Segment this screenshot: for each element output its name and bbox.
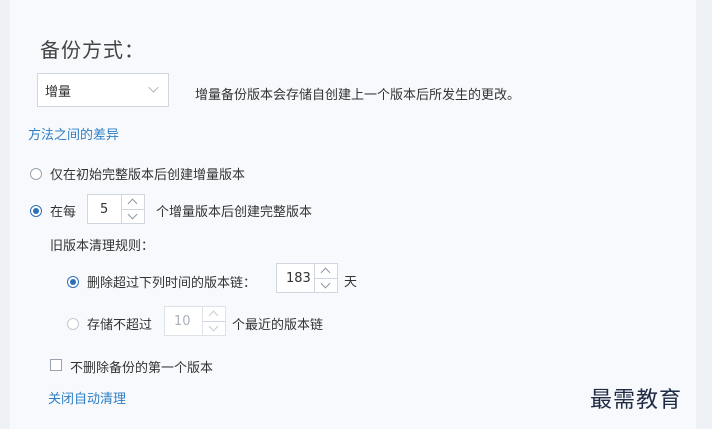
stepper-down-button[interactable] <box>122 208 144 224</box>
stepper-up-button[interactable] <box>203 307 225 321</box>
method-difference-link[interactable]: 方法之间的差异 <box>28 124 119 143</box>
radio-keep-recent-row[interactable]: 存储不超过 <box>67 314 152 333</box>
radio-keep-recent-suffix: 个最近的版本链 <box>232 318 324 333</box>
radio-delete-older[interactable] <box>67 275 79 288</box>
backup-settings-panel: 备份方式： 增量 增量备份版本会存储自创建上一个版本后所发生的更改。 方法之间的… <box>10 0 696 429</box>
stepper-down-button[interactable] <box>203 320 225 336</box>
backup-method-select[interactable]: 增量 <box>37 73 169 107</box>
radio-every-n-row[interactable]: 在每 <box>30 201 76 220</box>
backup-method-value: 增量 <box>45 84 72 100</box>
full-version-interval-stepper[interactable]: 5 <box>87 194 145 224</box>
radio-initial-only-row[interactable]: 仅在初始完整版本后创建增量版本 <box>30 164 245 183</box>
chevron-up-icon <box>320 267 331 278</box>
chevron-down-icon <box>320 278 331 288</box>
keep-recent-count-stepper[interactable]: 10 <box>164 306 226 336</box>
chevron-down-icon <box>148 82 159 93</box>
stepper-down-button[interactable] <box>315 277 337 293</box>
stepper-up-button[interactable] <box>315 264 337 278</box>
keep-first-version-checkbox[interactable] <box>50 359 62 371</box>
backup-method-title: 备份方式： <box>40 38 145 62</box>
cleanup-rules-title: 旧版本清理规则： <box>50 239 155 254</box>
radio-initial-only[interactable] <box>30 167 42 180</box>
radio-initial-only-label: 仅在初始完整版本后创建增量版本 <box>50 168 246 183</box>
radio-keep-recent-prefix: 存储不超过 <box>87 318 153 333</box>
radio-keep-recent[interactable] <box>67 317 79 330</box>
retention-days-stepper[interactable]: 183 <box>276 263 338 293</box>
chevron-down-icon <box>127 209 138 219</box>
radio-every-n[interactable] <box>30 204 42 217</box>
radio-delete-older-row[interactable]: 删除超过下列时间的版本链： <box>67 272 256 291</box>
keep-first-version-label: 不删除备份的第一个版本 <box>70 361 214 376</box>
retention-days-unit: 天 <box>344 275 358 290</box>
chevron-down-icon <box>208 321 219 331</box>
radio-every-n-suffix: 个增量版本后创建完整版本 <box>156 205 313 220</box>
watermark-text: 最需教育 <box>590 388 683 413</box>
radio-every-n-prefix: 在每 <box>50 205 77 220</box>
chevron-up-icon <box>127 198 138 209</box>
backup-method-description: 增量备份版本会存储自创建上一个版本后所发生的更改。 <box>195 88 521 103</box>
stepper-up-button[interactable] <box>122 195 144 209</box>
chevron-up-icon <box>208 310 219 321</box>
radio-delete-older-label: 删除超过下列时间的版本链： <box>87 276 257 291</box>
disable-auto-cleanup-link[interactable]: 关闭自动清理 <box>48 388 126 407</box>
